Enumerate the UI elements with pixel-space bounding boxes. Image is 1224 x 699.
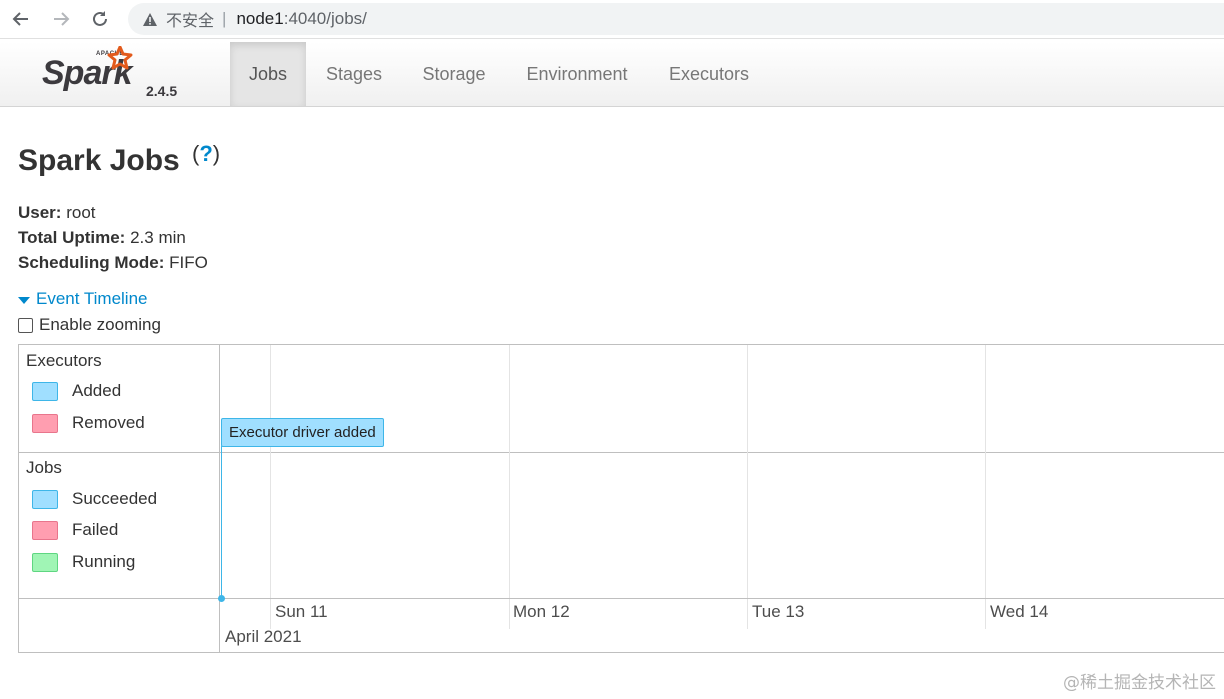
legend-added: Added — [32, 381, 121, 401]
legend-label: Failed — [72, 520, 119, 539]
zoom-label: Enable zooming — [39, 315, 161, 334]
url-host: node1 — [236, 9, 284, 28]
axis-tick — [509, 599, 510, 629]
axis-month-label: April 2021 — [225, 627, 302, 646]
tab-stages[interactable]: Stages — [312, 42, 396, 106]
spark-navbar: APACHE Spark 2.4.5 Jobs Stages Storage E… — [0, 42, 1224, 107]
event-timeline[interactable]: Executors Added Removed Jobs Succeeded F… — [18, 344, 1224, 653]
tab-jobs[interactable]: Jobs — [230, 42, 306, 106]
info-value: FIFO — [169, 253, 208, 272]
info-uptime: Total Uptime: 2.3 min — [18, 228, 186, 248]
axis-day-label: Sun 11 — [275, 602, 328, 621]
tab-storage[interactable]: Storage — [408, 42, 500, 106]
info-label: Total Uptime: — [18, 228, 126, 247]
axis-day-label: Mon 12 — [513, 602, 570, 621]
caret-down-icon — [18, 296, 30, 304]
address-bar[interactable]: 不安全 | node1:4040/jobs/ — [128, 3, 1224, 35]
watermark: @稀土掘金技术社区 — [1063, 673, 1216, 693]
axis-tick — [747, 599, 748, 629]
info-user: User: root — [18, 203, 96, 223]
group-title-executors: Executors — [26, 351, 102, 370]
help-icon[interactable]: ? — [199, 141, 212, 166]
browser-toolbar: 不安全 | node1:4040/jobs/ — [0, 0, 1224, 39]
security-label[interactable]: 不安全 — [166, 7, 214, 31]
legend-swatch — [32, 489, 58, 509]
axis-tick — [270, 599, 271, 629]
gridline — [747, 345, 748, 598]
gridline — [985, 345, 986, 598]
legend-swatch — [32, 413, 58, 433]
axis-divider — [19, 598, 1224, 599]
axis-day-label: Wed 14 — [990, 602, 1049, 621]
warning-icon[interactable] — [142, 12, 158, 27]
page-title: Spark Jobs — [18, 144, 180, 177]
spark-logo[interactable]: APACHE Spark 2.4.5 — [40, 45, 190, 102]
legend-running: Running — [32, 552, 135, 572]
executor-added-event[interactable]: Executor driver added — [221, 418, 384, 447]
info-scheduling-mode: Scheduling Mode: FIFO — [18, 253, 208, 273]
legend-swatch — [32, 520, 58, 540]
reload-icon[interactable] — [86, 6, 114, 32]
help-close-paren: ) — [212, 141, 221, 166]
help-link[interactable]: (?) — [192, 141, 220, 167]
event-timeline-toggle[interactable]: Event Timeline — [18, 289, 148, 309]
legend-swatch — [32, 552, 58, 572]
axis-day-label: Tue 13 — [752, 602, 805, 621]
legend-label: Added — [72, 381, 122, 400]
legend-swatch — [32, 381, 58, 401]
event-timeline-label: Event Timeline — [36, 289, 148, 308]
info-label: Scheduling Mode: — [18, 253, 165, 272]
tab-environment[interactable]: Environment — [512, 42, 642, 106]
legend-label: Running — [72, 552, 136, 571]
legend-label: Succeeded — [72, 489, 158, 508]
event-marker-line — [221, 446, 222, 599]
legend-label: Removed — [72, 413, 145, 432]
event-marker-dot — [218, 595, 225, 602]
zoom-option[interactable]: Enable zooming — [18, 315, 161, 335]
spark-star-icon — [107, 45, 133, 75]
tab-executors[interactable]: Executors — [654, 42, 764, 106]
info-value: 2.3 min — [130, 228, 186, 247]
forward-icon[interactable] — [47, 6, 75, 32]
legend-succeeded: Succeeded — [32, 489, 157, 509]
gridline — [270, 345, 271, 598]
legend-failed: Failed — [32, 520, 118, 540]
zoom-checkbox[interactable] — [18, 317, 33, 333]
group-title-jobs: Jobs — [26, 458, 62, 477]
gridline — [509, 345, 510, 598]
group-divider — [19, 452, 1224, 453]
axis-tick — [985, 599, 986, 629]
url-path: :4040/jobs/ — [283, 9, 367, 28]
legend-removed: Removed — [32, 413, 145, 433]
back-icon[interactable] — [7, 6, 35, 32]
spark-version: 2.4.5 — [146, 83, 178, 99]
address-separator: | — [222, 9, 227, 28]
info-label: User: — [18, 203, 62, 222]
info-value: root — [66, 203, 96, 222]
